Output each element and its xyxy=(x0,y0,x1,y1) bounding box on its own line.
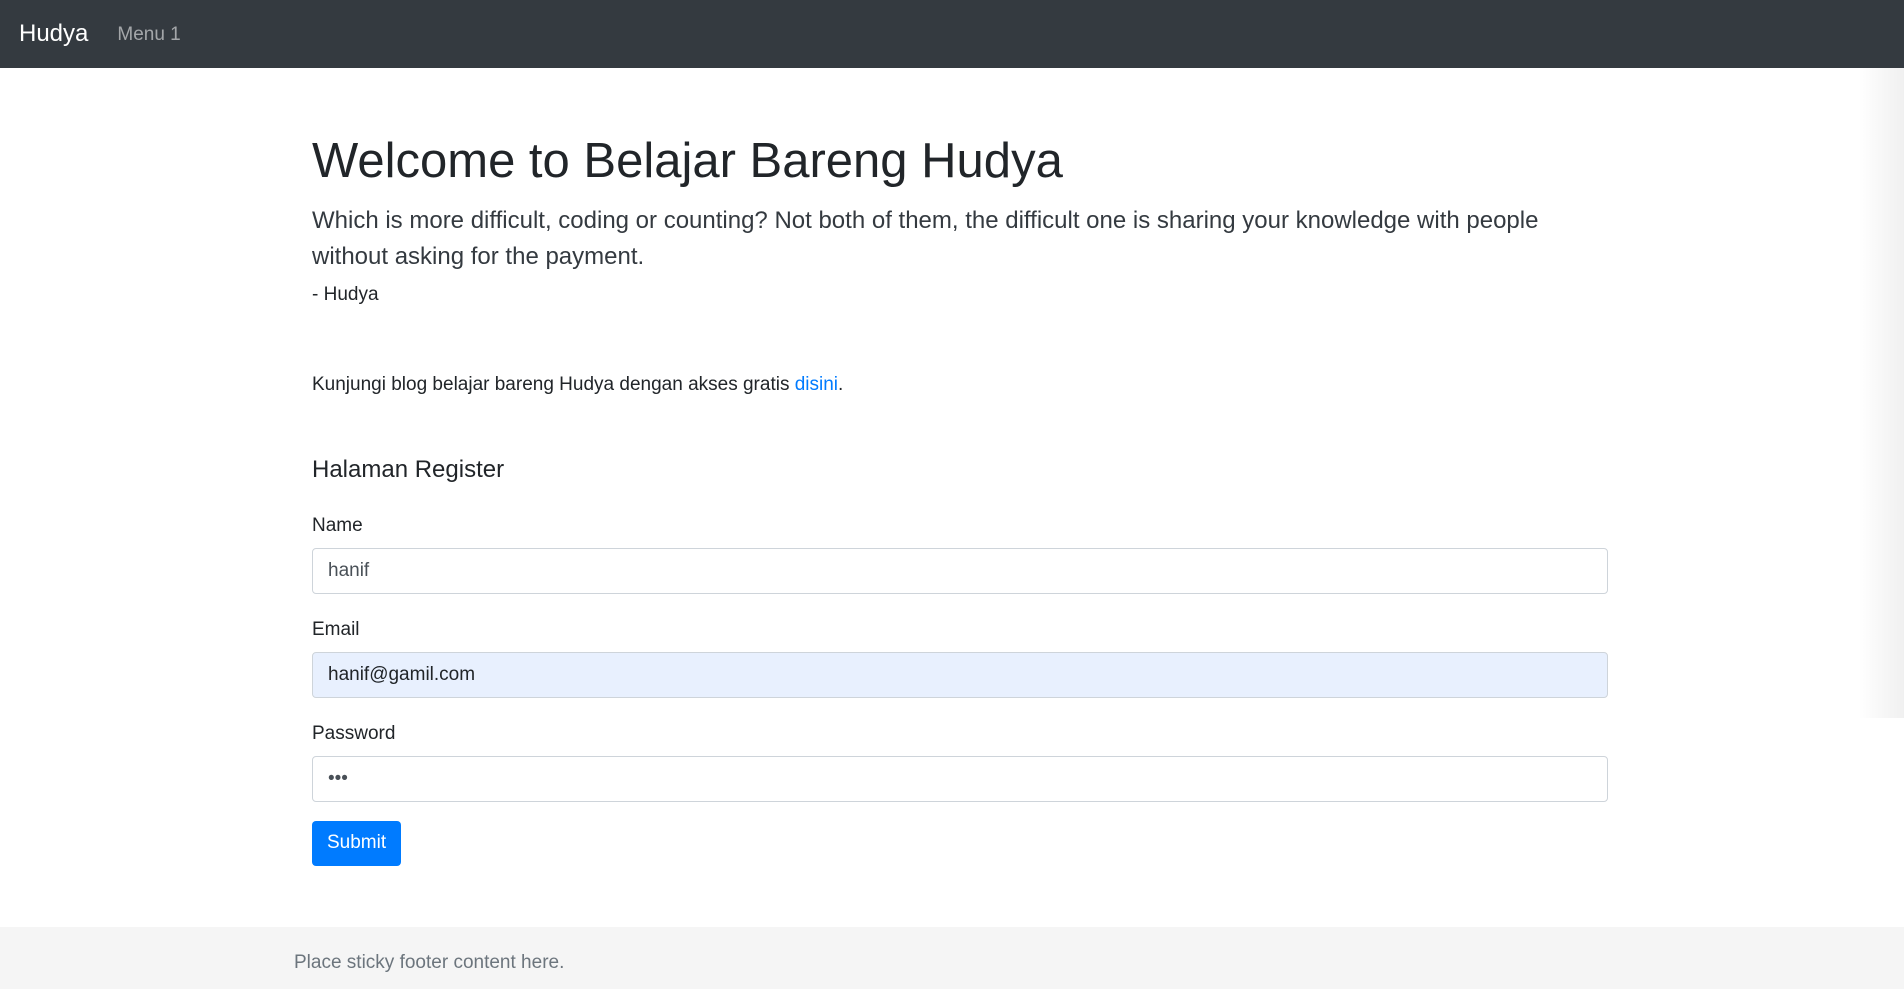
password-input[interactable] xyxy=(312,755,1608,802)
page-title: Welcome to Belajar Bareng Hudya xyxy=(312,134,1063,188)
blog-suffix: . xyxy=(838,373,844,395)
brand-link[interactable]: Hudya xyxy=(19,22,88,46)
quote-author: - Hudya xyxy=(312,283,379,305)
name-input[interactable] xyxy=(312,547,1608,594)
scroll-edge-shadow xyxy=(1858,68,1904,718)
name-label: Name xyxy=(312,514,363,536)
email-group: Email xyxy=(312,618,1608,698)
password-label: Password xyxy=(312,722,396,744)
main-content: Welcome to Belajar Bareng Hudya Which is… xyxy=(312,68,1608,866)
register-form: Name Email Password Submit xyxy=(312,514,1608,866)
navbar: Hudya Menu 1 xyxy=(0,0,1904,68)
blog-text: Kunjungi blog belajar bareng Hudya denga… xyxy=(312,373,795,395)
submit-button[interactable]: Submit xyxy=(312,820,402,866)
blog-info: Kunjungi blog belajar bareng Hudya denga… xyxy=(312,373,1608,397)
register-heading: Halaman Register xyxy=(312,455,505,483)
nav-menu-1[interactable]: Menu 1 xyxy=(117,25,180,44)
email-input[interactable] xyxy=(312,651,1608,698)
blog-link[interactable]: disini xyxy=(795,374,838,395)
name-group: Name xyxy=(312,514,1608,594)
footer-text: Place sticky footer content here. xyxy=(294,952,565,973)
email-label: Email xyxy=(312,618,360,640)
footer: Place sticky footer content here. xyxy=(0,927,1904,989)
password-group: Password xyxy=(312,722,1608,802)
quote-text: Which is more difficult, coding or count… xyxy=(312,206,1539,270)
